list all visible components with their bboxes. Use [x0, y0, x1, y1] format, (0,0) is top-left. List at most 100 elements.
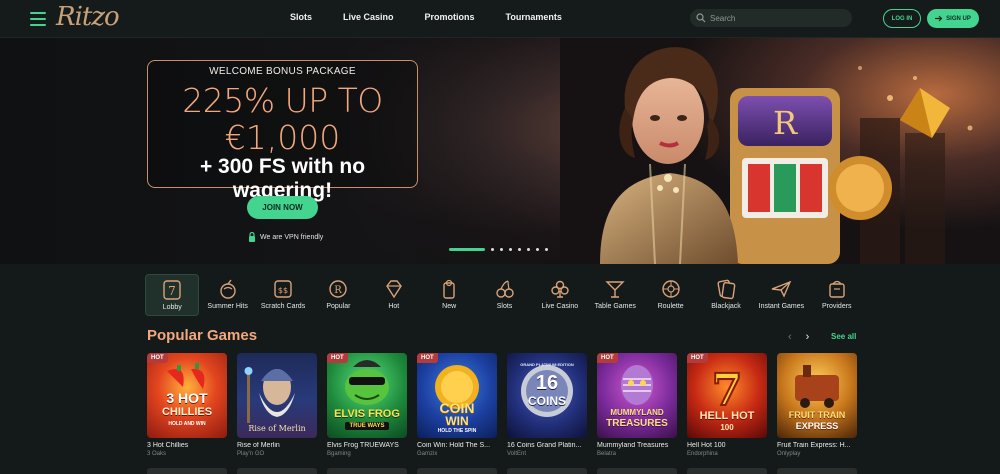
game-title[interactable]: Rise of Merlin: [237, 442, 317, 449]
game-title[interactable]: Mummyland Treasures: [597, 442, 677, 449]
category-summer-hits[interactable]: Summer Hits: [200, 274, 254, 316]
category-live-casino[interactable]: Live Casino: [533, 274, 587, 316]
roulette-icon: [661, 280, 680, 298]
slide-dot[interactable]: [509, 248, 512, 251]
nav-promotions[interactable]: Promotions: [425, 12, 475, 22]
game-title[interactable]: Coin Win: Hold The S...: [417, 442, 497, 449]
game-thumbnail[interactable]: FRUIT TRAIN EXPRESS: [777, 353, 857, 438]
join-now-button[interactable]: JOIN NOW: [247, 196, 318, 219]
game-art-title: 3 HOT: [166, 390, 208, 406]
login-button[interactable]: LOG IN: [883, 9, 921, 28]
svg-text:$$: $$: [278, 286, 288, 295]
provider-box-icon: [829, 280, 845, 298]
game-art-subtitle: TREASURES: [606, 418, 668, 429]
game-provider: VoltEnt: [507, 451, 527, 457]
game-thumbnail[interactable]: HOT MUMMYLAND TREASURES: [597, 353, 677, 438]
category-blackjack[interactable]: Blackjack: [699, 274, 753, 316]
nav-slots[interactable]: Slots: [290, 12, 312, 22]
category-label: Scratch Cards: [260, 303, 306, 310]
vpn-friendly-note: We are VPN friendly: [248, 232, 323, 242]
game-provider: Bgaming: [327, 451, 351, 457]
category-hot[interactable]: Hot: [367, 274, 421, 316]
game-card-peek[interactable]: [237, 468, 317, 474]
game-card-peek[interactable]: [597, 468, 677, 474]
lock-icon: [249, 232, 255, 242]
game-title[interactable]: 16 Coins Grand Platin...: [507, 442, 587, 449]
category-table-games[interactable]: Table Games: [588, 274, 642, 316]
slide-dot[interactable]: [500, 248, 503, 251]
game-title[interactable]: Fruit Train Express: H...: [777, 442, 857, 449]
signup-arrow-icon: [935, 15, 943, 22]
chevron-right-icon[interactable]: ›: [806, 331, 810, 343]
game-card-peek[interactable]: [327, 468, 407, 474]
vpn-label: We are VPN friendly: [260, 233, 324, 241]
category-scratch-cards[interactable]: $$ Scratch Cards: [256, 274, 310, 316]
carousel-arrows: ‹ ›: [788, 331, 809, 343]
see-all-link[interactable]: See all: [831, 332, 856, 341]
nav-live-casino[interactable]: Live Casino: [343, 12, 394, 22]
game-card[interactable]: HOT ELVIS FROG TRUE WAYS Elvis Frog TRUE…: [327, 353, 407, 457]
slide-dot[interactable]: [518, 248, 521, 251]
game-card-peek[interactable]: [417, 468, 497, 474]
lobby-7-icon: 7: [163, 280, 181, 300]
category-label: Live Casino: [541, 303, 579, 310]
game-card[interactable]: GRAND PLATINUM EDITION 16 COINS 16 Coins…: [507, 353, 587, 457]
category-providers[interactable]: Providers: [810, 274, 864, 316]
game-title[interactable]: Elvis Frog TRUEWAYS: [327, 442, 407, 449]
category-new[interactable]: New: [422, 274, 476, 316]
game-card[interactable]: HOT 7 HELL HOT 100 Hell Hot 100 Endorphi…: [687, 353, 767, 457]
game-art-subtitle: 100: [720, 423, 734, 432]
main-nav: Slots Live Casino Promotions Tournaments: [290, 12, 593, 22]
category-label: New: [442, 303, 457, 310]
game-art-title: HELL HOT: [699, 410, 755, 422]
category-instant-games[interactable]: Instant Games: [754, 274, 808, 316]
category-label: Providers: [821, 303, 852, 310]
hamburger-menu-icon[interactable]: [30, 12, 46, 26]
game-card[interactable]: HOT COIN WIN HOLD THE SPIN Coin Win: Hol…: [417, 353, 497, 457]
signup-button[interactable]: SIGN UP: [927, 9, 979, 28]
search-icon: [696, 13, 706, 23]
slide-dot[interactable]: [527, 248, 530, 251]
category-slots[interactable]: Slots: [477, 274, 531, 316]
game-thumbnail[interactable]: HOT 3 HOT CHILLIES HOLD AND WIN: [147, 353, 227, 438]
game-card-peek[interactable]: [777, 468, 857, 474]
game-provider: Belatra: [597, 451, 617, 457]
welcome-bonus-box: WELCOME BONUS PACKAGE 225% UP TO €1,000 …: [147, 60, 418, 202]
game-art-title: 16: [535, 372, 559, 394]
slide-dot-active[interactable]: [449, 248, 485, 251]
games-row: HOT 3 HOT CHILLIES HOLD AND WIN 3 Hot Ch…: [147, 353, 857, 457]
hero-banner: R WELCOME BONUS PACKAGE 225% UP TO €1,00…: [0, 38, 1000, 264]
slide-dot[interactable]: [491, 248, 494, 251]
game-art-title: COIN: [439, 400, 475, 416]
game-card-peek[interactable]: [147, 468, 227, 474]
svg-text:7: 7: [712, 365, 743, 416]
game-thumbnail[interactable]: GRAND PLATINUM EDITION 16 COINS: [507, 353, 587, 438]
game-card[interactable]: HOT MUMMYLAND TREASURES Mummyland Treasu…: [597, 353, 677, 457]
game-card-peek[interactable]: [687, 468, 767, 474]
category-roulette[interactable]: Roulette: [643, 274, 697, 316]
chevron-left-icon[interactable]: ‹: [788, 331, 792, 343]
site-logo[interactable]: Ritzo: [56, 2, 120, 32]
game-title[interactable]: Hell Hot 100: [687, 442, 767, 449]
slide-pagination: [449, 248, 548, 251]
game-title[interactable]: 3 Hot Chillies: [147, 442, 227, 449]
search-input[interactable]: [710, 13, 840, 23]
game-thumbnail[interactable]: HOT 7 HELL HOT 100: [687, 353, 767, 438]
game-provider: Gamzix: [417, 451, 438, 457]
game-thumbnail[interactable]: HOT COIN WIN HOLD THE SPIN: [417, 353, 497, 438]
game-card[interactable]: Rise of Merlin Rise of Merlin Play'n GO: [237, 353, 317, 457]
game-art-tag: HOLD THE SPIN: [437, 428, 477, 434]
game-thumbnail[interactable]: HOT ELVIS FROG TRUE WAYS: [327, 353, 407, 438]
slide-dot[interactable]: [545, 248, 548, 251]
search-box[interactable]: [690, 9, 852, 27]
game-provider: Onlyplay: [777, 451, 801, 457]
game-card[interactable]: HOT 3 HOT CHILLIES HOLD AND WIN 3 Hot Ch…: [147, 353, 227, 457]
slide-dot[interactable]: [536, 248, 539, 251]
category-popular[interactable]: R Popular: [311, 274, 365, 316]
category-lobby[interactable]: 7 Lobby: [145, 274, 200, 316]
game-card[interactable]: FRUIT TRAIN EXPRESS Fruit Train Express:…: [777, 353, 857, 457]
game-thumbnail[interactable]: Rise of Merlin: [237, 353, 317, 438]
game-card-peek[interactable]: [507, 468, 587, 474]
nav-tournaments[interactable]: Tournaments: [506, 12, 562, 22]
category-label: Roulette: [657, 303, 684, 310]
